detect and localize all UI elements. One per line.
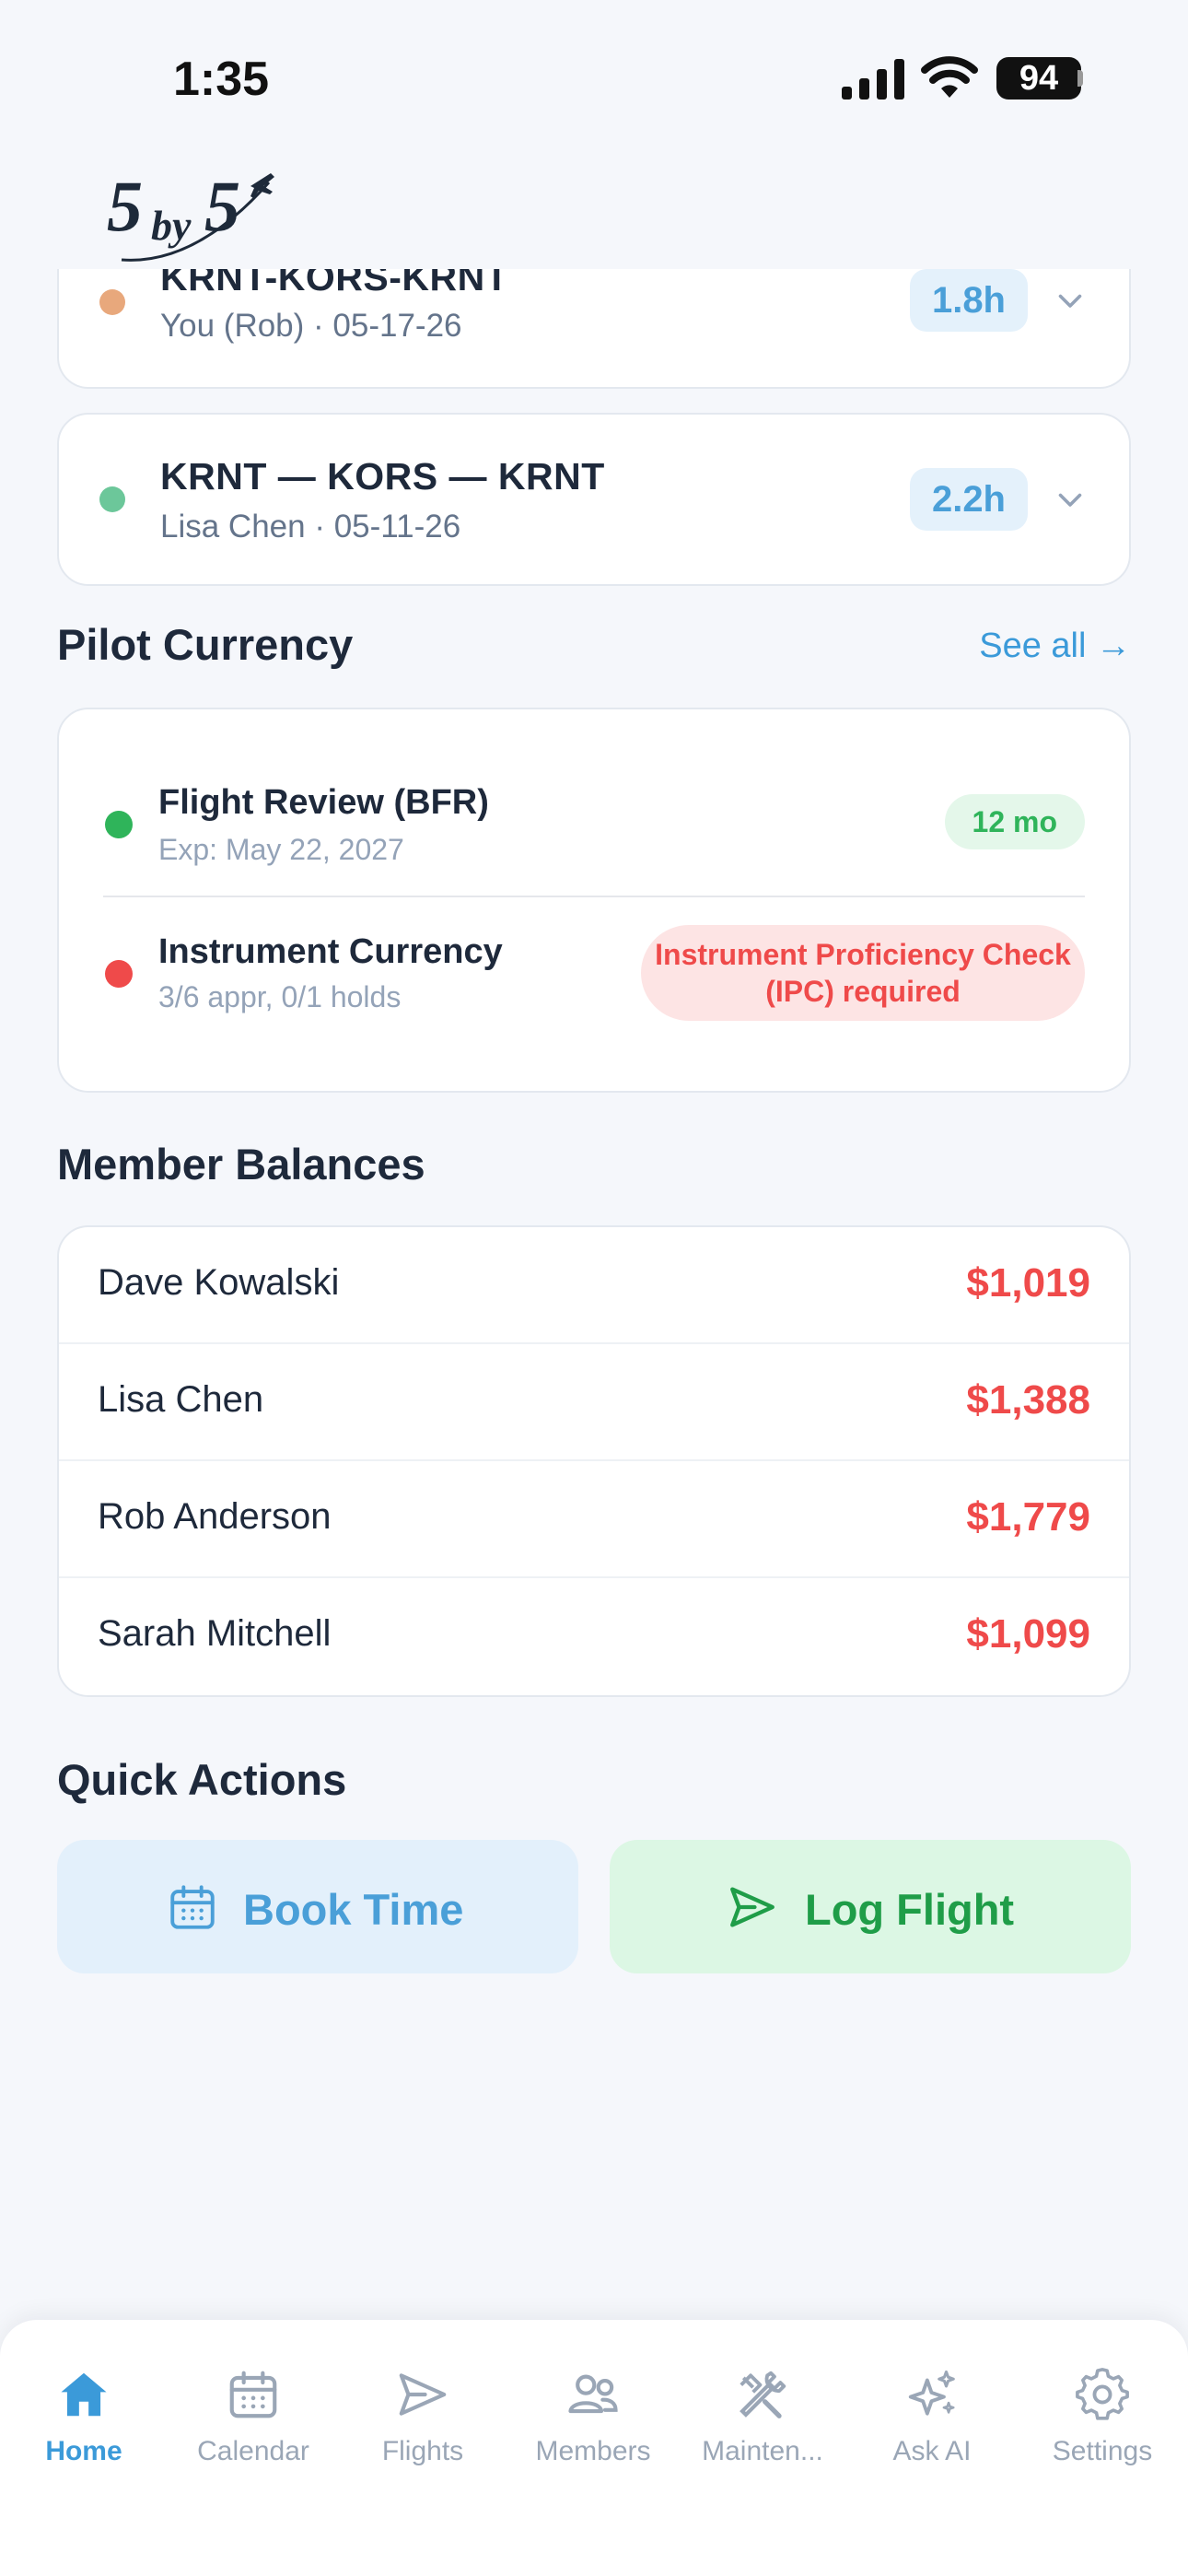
flight-pilot-date: You (Rob) · 05-17-26	[160, 308, 462, 344]
members-icon	[568, 2374, 618, 2414]
currency-name: Flight Review (BFR)	[158, 783, 489, 822]
tab-home[interactable]: Home	[6, 2366, 162, 2495]
pilot-color-dot	[99, 486, 125, 512]
section-title-pilot-currency: Pilot Currency	[57, 620, 354, 669]
book-time-label: Book Time	[243, 1885, 464, 1934]
tab-calendar[interactable]: Calendar	[175, 2366, 332, 2495]
bottom-tab-bar: Home Calendar Flights Members Mainten...…	[0, 2320, 1188, 2576]
divider	[103, 896, 1085, 897]
balance-row[interactable]: Lisa Chen $1,388	[59, 1344, 1129, 1461]
balance-row[interactable]: Dave Kowalski $1,019	[59, 1227, 1129, 1344]
flight-route: KRNT — KORS — KRNT	[160, 455, 605, 498]
tab-maintenance[interactable]: Mainten...	[684, 2366, 841, 2495]
member-balances-card: Dave Kowalski $1,019 Lisa Chen $1,388 Ro…	[57, 1225, 1131, 1697]
tab-label: Home	[45, 2436, 122, 2466]
gear-icon	[1076, 2368, 1129, 2420]
member-balance: $1,099	[966, 1611, 1090, 1657]
flight-card[interactable]: KRNT-KORS-KRNT You (Rob) · 05-17-26 1.8h	[57, 269, 1131, 389]
flight-pilot-date: Lisa Chen · 05-11-26	[160, 509, 461, 544]
member-name: Lisa Chen	[98, 1379, 264, 1420]
status-dot	[105, 811, 133, 838]
cellular-signal-icon	[842, 59, 904, 100]
status-badge: Instrument Proficiency Check (IPC) requi…	[641, 925, 1085, 1021]
book-time-button[interactable]: Book Time	[57, 1840, 578, 1973]
member-balance: $1,388	[966, 1377, 1090, 1423]
status-badge: 12 mo	[944, 794, 1085, 849]
currency-name: Instrument Currency	[158, 932, 503, 971]
calendar-icon	[229, 2371, 277, 2418]
tab-settings[interactable]: Settings	[1024, 2366, 1181, 2495]
svg-text:5: 5	[107, 166, 143, 246]
svg-text:by: by	[151, 202, 192, 249]
tab-label: Members	[535, 2436, 651, 2466]
balance-row[interactable]: Rob Anderson $1,779	[59, 1461, 1129, 1578]
tab-members[interactable]: Members	[515, 2366, 671, 2495]
tab-label: Calendar	[197, 2436, 309, 2466]
member-balance: $1,779	[966, 1494, 1090, 1540]
pilot-color-dot	[99, 289, 125, 315]
app-logo-overlay: 5 by 5	[107, 166, 274, 262]
status-time: 1:35	[173, 53, 270, 106]
sparkles-icon	[908, 2370, 955, 2416]
flight-hours-badge: 2.2h	[909, 468, 1028, 531]
wrench-icon	[740, 2371, 786, 2418]
flight-card[interactable]: KRNT — KORS — KRNT Lisa Chen · 05-11-26 …	[57, 413, 1131, 586]
member-name: Dave Kowalski	[98, 1262, 340, 1303]
balance-row[interactable]: Sarah Mitchell $1,099	[59, 1578, 1129, 1695]
currency-detail: Exp: May 22, 2027	[158, 833, 404, 866]
battery-tip	[1077, 70, 1083, 87]
section-title-quick-actions: Quick Actions	[57, 1755, 347, 1804]
status-dot	[105, 960, 133, 988]
chevron-down-icon[interactable]	[1054, 284, 1087, 317]
member-name: Rob Anderson	[98, 1496, 332, 1537]
see-all-link[interactable]: See all →	[979, 626, 1131, 666]
chevron-down-icon[interactable]	[1054, 483, 1087, 516]
pilot-currency-card: Flight Review (BFR) Exp: May 22, 2027 12…	[57, 708, 1131, 1093]
status-bar: 1:35 94	[0, 0, 1188, 157]
section-title-member-balances: Member Balances	[57, 1140, 425, 1188]
battery-indicator: 94	[996, 57, 1081, 100]
tab-label: Ask AI	[892, 2436, 972, 2466]
tab-label: Mainten...	[702, 2436, 823, 2466]
member-name: Sarah Mitchell	[98, 1613, 332, 1654]
home-icon	[61, 2372, 107, 2417]
flight-hours-badge: 1.8h	[909, 269, 1028, 332]
tab-label: Settings	[1052, 2436, 1153, 2466]
tab-label: Flights	[381, 2436, 464, 2466]
member-balance: $1,019	[966, 1260, 1090, 1306]
log-flight-button[interactable]: Log Flight	[610, 1840, 1131, 1973]
wifi-icon	[921, 56, 978, 98]
calendar-icon	[170, 1885, 215, 1929]
tab-flights[interactable]: Flights	[344, 2366, 501, 2495]
tab-ask-ai[interactable]: Ask AI	[854, 2366, 1010, 2495]
currency-detail: 3/6 appr, 0/1 holds	[158, 980, 402, 1013]
log-flight-label: Log Flight	[805, 1885, 1015, 1934]
send-icon	[399, 2373, 447, 2416]
send-icon	[730, 1887, 775, 1927]
